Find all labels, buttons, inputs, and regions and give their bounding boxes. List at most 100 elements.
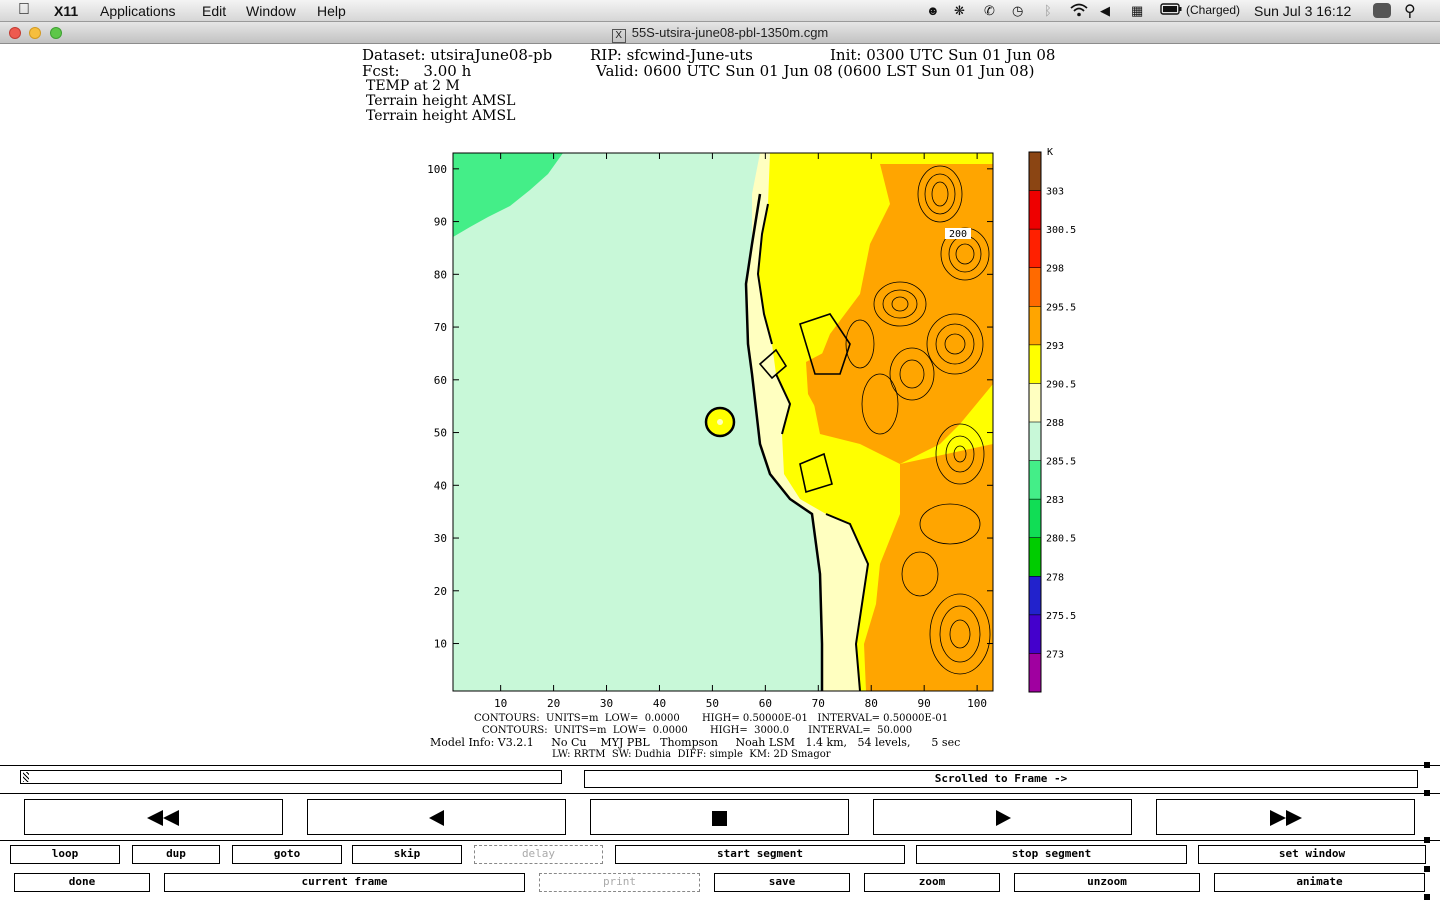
- delay-button[interactable]: delay: [474, 845, 603, 864]
- colorbar-swatch: [1029, 422, 1041, 462]
- step-back-button[interactable]: [307, 799, 566, 835]
- clock[interactable]: Sun Jul 3 16:12: [1254, 3, 1351, 19]
- colorbar-swatch: [1029, 537, 1041, 577]
- volume-icon[interactable]: ◀: [1100, 3, 1110, 19]
- stop-icon: [712, 811, 727, 826]
- pane-handle-1[interactable]: [1424, 762, 1430, 768]
- dup-button[interactable]: dup: [132, 845, 220, 864]
- y-tick-label: 70: [434, 321, 447, 334]
- colorbar-label: 303: [1046, 187, 1064, 198]
- colorbar-label: 300.5: [1046, 225, 1076, 236]
- step-back-icon: [429, 810, 444, 826]
- print-button[interactable]: print: [539, 873, 700, 892]
- loop-button[interactable]: loop: [10, 845, 120, 864]
- colorbar-swatch: [1029, 344, 1041, 384]
- rewind-button[interactable]: [24, 799, 283, 835]
- pane-handle-4[interactable]: [1424, 866, 1430, 872]
- separator-2: [0, 793, 1440, 794]
- colorbar-label: 275.5: [1046, 611, 1076, 622]
- footer-line-2: CONTOURS: UNITS=m LOW= 0.0000 HIGH= 3000…: [482, 725, 913, 736]
- set-window-button[interactable]: set window: [1198, 845, 1426, 864]
- pane-handle-3[interactable]: [1424, 837, 1430, 843]
- y-tick-label: 60: [434, 374, 447, 387]
- pane-handle-2[interactable]: [1424, 790, 1430, 796]
- colorbar-label: 293: [1046, 341, 1064, 352]
- x11-document-icon: X: [611, 29, 626, 43]
- x-tick-label: 20: [547, 697, 560, 710]
- x-tick-label: 100: [967, 697, 987, 710]
- apple-icon[interactable]: : [18, 1, 30, 19]
- colorbar-swatch: [1029, 576, 1041, 616]
- antenna-icon[interactable]: ❋: [954, 3, 965, 19]
- separator-3: [0, 840, 1440, 841]
- goto-button[interactable]: goto: [232, 845, 342, 864]
- menu-app-x11[interactable]: X11: [54, 3, 78, 19]
- y-tick-label: 90: [434, 216, 447, 229]
- stop-segment-button[interactable]: stop segment: [916, 845, 1187, 864]
- menu-help[interactable]: Help: [317, 3, 346, 19]
- color-bar: 303 300.5 298 295.5 293 290.5 288 285.5 283 280.5…: [1028, 151, 1076, 693]
- fast-forward-icon: [1270, 810, 1302, 826]
- colorbar-label: 280.5: [1046, 534, 1076, 545]
- start-segment-button[interactable]: start segment: [615, 845, 905, 864]
- zoom-button[interactable]: zoom: [864, 873, 1000, 892]
- y-tick-label: 100: [427, 163, 447, 176]
- step-forward-button[interactable]: [873, 799, 1132, 835]
- temperature-map: 200 10 20 30 40 50 60 70 80 90 100 10 20 30 40 50 60 70…: [427, 147, 1076, 710]
- y-tick-label: 40: [434, 479, 447, 492]
- colorbar-label: 285.5: [1046, 457, 1076, 468]
- calendar-icon[interactable]: ▦: [1131, 3, 1143, 19]
- battery-icon[interactable]: [1160, 3, 1182, 18]
- bluetooth-icon[interactable]: ᛒ: [1044, 3, 1052, 18]
- island-peak: [717, 419, 723, 425]
- stop-button[interactable]: [590, 799, 849, 835]
- colorbar-label: 283: [1046, 495, 1064, 506]
- play-icon: [996, 810, 1011, 826]
- alien-icon[interactable]: ☻: [926, 3, 940, 18]
- y-tick-label: 10: [434, 638, 447, 651]
- save-button[interactable]: save: [714, 873, 850, 892]
- x-tick-label: 70: [812, 697, 825, 710]
- footer-line-1: CONTOURS: UNITS=m LOW= 0.0000 HIGH= 0.50…: [474, 713, 949, 724]
- colorbar-swatch: [1029, 190, 1041, 230]
- phone-icon[interactable]: ✆: [984, 3, 995, 19]
- animate-button[interactable]: animate: [1214, 873, 1425, 892]
- colorbar-swatch: [1029, 229, 1041, 269]
- frame-scrollbar[interactable]: [20, 770, 562, 784]
- fast-forward-button[interactable]: [1156, 799, 1415, 835]
- colorbar-label: 298: [1046, 264, 1064, 275]
- skip-button[interactable]: skip: [352, 845, 462, 864]
- colorbar-label: 273: [1046, 649, 1064, 660]
- wifi-icon[interactable]: [1070, 3, 1088, 20]
- x-tick-label: 90: [918, 697, 931, 710]
- window-title: X 55S-utsira-june08-pbl-1350m.cgm: [0, 25, 1440, 43]
- colorbar-swatch: [1029, 267, 1041, 307]
- current-frame-button[interactable]: current frame: [164, 873, 525, 892]
- contour-label: 200: [949, 229, 967, 240]
- scrollbar-thumb[interactable]: [23, 772, 29, 782]
- x-tick-label: 80: [865, 697, 878, 710]
- time-machine-icon[interactable]: ◷: [1012, 3, 1023, 19]
- done-button[interactable]: done: [14, 873, 150, 892]
- footer-line-4: LW: RRTM SW: Dudhia DIFF: simple KM: 2D …: [552, 749, 831, 760]
- x-tick-label: 10: [494, 697, 507, 710]
- colorbar-swatch: [1029, 653, 1041, 693]
- menu-window[interactable]: Window: [246, 3, 296, 19]
- field-layer: 200: [453, 153, 993, 691]
- menu-applications[interactable]: Applications: [100, 3, 176, 19]
- footer-line-3: Model Info: V3.2.1 No Cu MYJ PBL Thompso…: [430, 736, 961, 749]
- spotlight-search-icon[interactable]: ⚲: [1404, 1, 1416, 21]
- resize-handle-icon[interactable]: [1424, 894, 1430, 900]
- battery-status: (Charged): [1186, 3, 1241, 17]
- colorbar-swatch: [1029, 383, 1041, 423]
- menu-edit[interactable]: Edit: [202, 3, 226, 19]
- user-icon[interactable]: [1372, 2, 1392, 22]
- colorbar-label: 295.5: [1046, 302, 1076, 313]
- status-field: Scrolled to Frame ->: [584, 770, 1418, 788]
- y-tick-label: 30: [434, 532, 447, 545]
- colorbar-swatch: [1029, 499, 1041, 539]
- unzoom-button[interactable]: unzoom: [1014, 873, 1200, 892]
- x-tick-label: 60: [759, 697, 772, 710]
- menu-bar:  X11 Applications Edit Window Help ☻ ❋ …: [0, 0, 1440, 22]
- window-title-text: 55S-utsira-june08-pbl-1350m.cgm: [631, 25, 829, 40]
